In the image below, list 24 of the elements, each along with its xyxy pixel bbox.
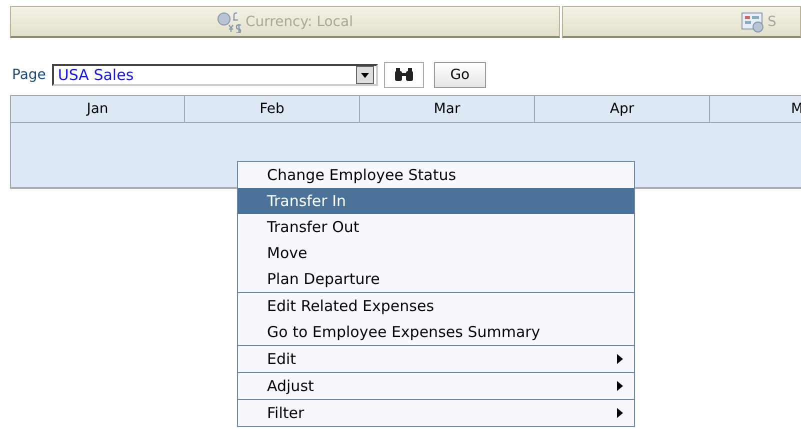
go-button[interactable]: Go bbox=[434, 62, 486, 88]
menu-item[interactable]: Transfer Out bbox=[238, 214, 634, 240]
menu-item[interactable]: Plan Departure bbox=[238, 266, 634, 292]
column-header: Feb bbox=[185, 95, 360, 123]
column-header: Apr bbox=[535, 95, 710, 123]
binoculars-icon bbox=[394, 68, 414, 82]
column-header: Mar bbox=[360, 95, 535, 123]
submenu-arrow-icon bbox=[616, 408, 624, 418]
menu-item[interactable]: Edit bbox=[238, 346, 634, 372]
page-label: Page bbox=[12, 67, 46, 83]
column-header: Jan bbox=[10, 95, 185, 123]
menu-item[interactable]: Edit Related Expenses bbox=[238, 293, 634, 319]
submenu-arrow-icon bbox=[616, 381, 624, 391]
currency-icon bbox=[217, 10, 244, 32]
menu-item[interactable]: Go to Employee Expenses Summary bbox=[238, 319, 634, 345]
menu-item[interactable]: Change Employee Status bbox=[238, 162, 634, 188]
page-dropdown[interactable]: USA Sales bbox=[52, 64, 378, 86]
find-button[interactable] bbox=[384, 62, 424, 88]
menu-item[interactable]: Move bbox=[238, 240, 634, 266]
form-icon bbox=[741, 10, 766, 32]
menu-item[interactable]: Transfer In bbox=[238, 188, 634, 214]
menu-item[interactable]: Filter bbox=[238, 400, 634, 426]
submenu-arrow-icon bbox=[616, 354, 624, 364]
menu-item[interactable]: Adjust bbox=[238, 373, 634, 399]
